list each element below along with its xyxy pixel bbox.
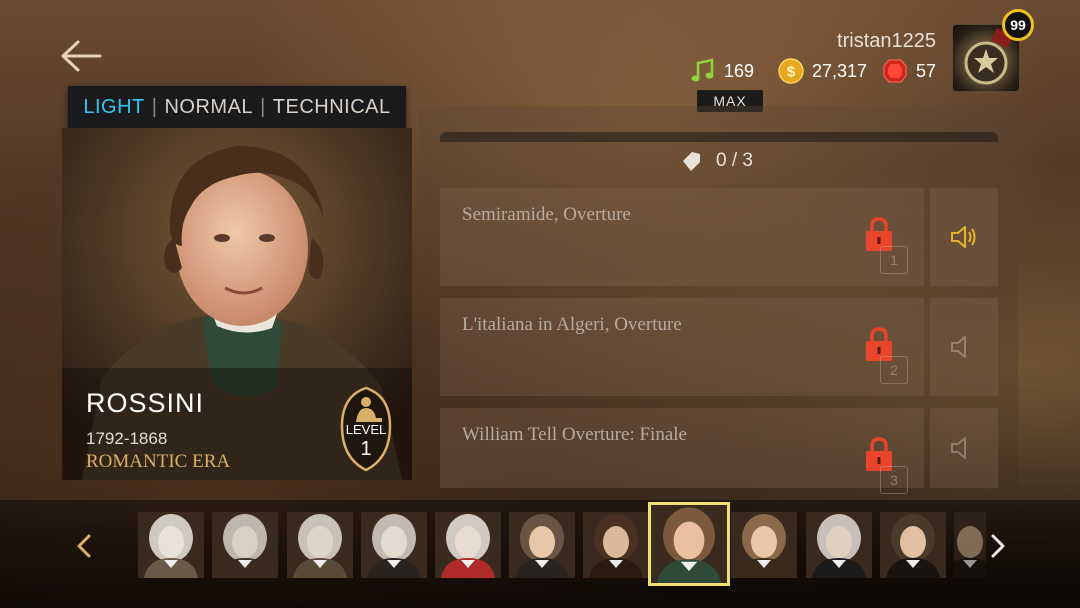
composer-years: 1792-1868	[86, 429, 168, 448]
song-title: L'italiana in Algeri, Overture	[462, 314, 682, 335]
composer-thumb-portrait	[212, 512, 278, 578]
composer-thumb-portrait	[138, 512, 204, 578]
composer-thumb-5[interactable]	[435, 512, 501, 578]
song-row[interactable]: Semiramide, Overture 1	[440, 188, 924, 286]
composer-thumb-portrait	[651, 505, 727, 583]
song-title: William Tell Overture: Finale	[462, 424, 687, 445]
tab-separator: |	[151, 95, 158, 118]
panel-header-bar	[440, 132, 998, 142]
composer-thumb-portrait	[583, 512, 649, 578]
song-number: 3	[880, 466, 908, 494]
song-row[interactable]: William Tell Overture: Finale 3	[440, 408, 924, 494]
coins-counter[interactable]: $ 27,317	[778, 58, 867, 84]
music-note-icon	[690, 58, 716, 84]
back-arrow-button[interactable]	[58, 36, 104, 76]
song-number: 1	[880, 246, 908, 274]
progress-value: 0 / 3	[716, 150, 753, 171]
composer-thumb-4[interactable]	[361, 512, 427, 578]
next-composer-button[interactable]	[986, 528, 1010, 564]
ticket-icon	[683, 152, 700, 171]
speaker-icon	[951, 437, 966, 459]
preview-speaker-button[interactable]	[930, 408, 998, 488]
composer-thumb-3[interactable]	[287, 512, 353, 578]
composer-thumb-portrait	[509, 512, 575, 578]
composer-thumb-2[interactable]	[212, 512, 278, 578]
composer-thumb-portrait	[806, 512, 872, 578]
composer-thumb-12[interactable]	[954, 512, 986, 578]
ruby-gem-icon	[882, 58, 908, 84]
composer-thumb-portrait	[361, 512, 427, 578]
tab-normal[interactable]: NORMAL	[164, 96, 253, 119]
notes-value: 169	[724, 60, 755, 81]
speaker-icon	[951, 226, 976, 248]
chevron-right-icon	[991, 534, 1005, 558]
tab-light[interactable]: LIGHT	[83, 96, 144, 119]
song-row[interactable]: L'italiana in Algeri, Overture 2	[440, 298, 924, 396]
username: tristan1225	[837, 30, 936, 52]
composer-thumb-7[interactable]	[583, 512, 649, 578]
coins-value: 27,317	[812, 60, 868, 81]
prev-composer-button[interactable]	[72, 528, 96, 564]
composer-thumb-10[interactable]	[806, 512, 872, 578]
tab-technical[interactable]: TECHNICAL	[273, 96, 391, 119]
gems-value: 57	[916, 60, 937, 81]
composer-thumb-portrait	[731, 512, 797, 578]
tab-separator: |	[260, 95, 266, 118]
notes-counter: 169	[690, 58, 754, 84]
svg-text:$: $	[787, 64, 796, 81]
composer-thumb-portrait	[435, 512, 501, 578]
arrow-left-icon	[61, 40, 102, 72]
composer-thumb-portrait	[880, 512, 946, 578]
composer-level-emblem: LEVEL 1	[338, 386, 394, 472]
player-level-badge: 99	[1002, 9, 1034, 41]
composer-name: ROSSINI	[86, 388, 205, 418]
composer-thumb-11[interactable]	[880, 512, 946, 578]
song-number: 2	[880, 356, 908, 384]
composer-era: ROMANTIC ERA	[86, 451, 231, 472]
composer-thumb-rossini[interactable]	[648, 502, 730, 586]
composer-thumb-portrait	[954, 512, 986, 578]
level-value: 1	[360, 438, 372, 460]
level-label: LEVEL	[345, 422, 387, 437]
coin-icon: $	[778, 58, 804, 84]
preview-speaker-button[interactable]	[930, 298, 998, 396]
chevron-left-icon	[77, 534, 91, 558]
completion-progress: 0 / 3	[680, 150, 753, 172]
composer-thumb-portrait	[287, 512, 353, 578]
preview-speaker-button[interactable]	[930, 188, 998, 286]
gems-counter[interactable]: 57	[882, 58, 936, 84]
composer-thumb-1[interactable]	[138, 512, 204, 578]
difficulty-tabs: LIGHT | NORMAL | TECHNICAL	[68, 86, 406, 128]
speaker-icon	[951, 336, 966, 358]
composer-thumb-9[interactable]	[731, 512, 797, 578]
song-title: Semiramide, Overture	[462, 204, 631, 225]
composer-thumb-6[interactable]	[509, 512, 575, 578]
